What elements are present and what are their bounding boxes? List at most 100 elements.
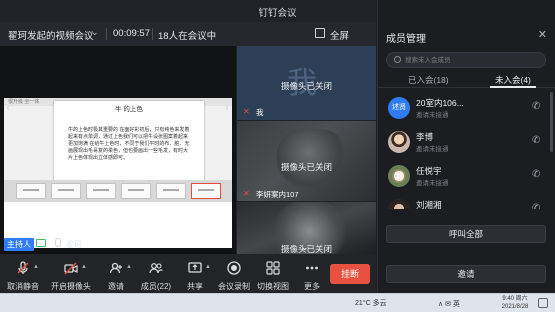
slide-thumbnail[interactable]: [156, 183, 186, 199]
mic-icon: [55, 238, 61, 247]
clock-date: 2021/8/28: [501, 304, 529, 310]
meeting-title[interactable]: 翟珂发起的视频会议: [8, 28, 94, 42]
camera-button[interactable]: ▲ 开启摄像头: [51, 258, 91, 292]
member-status: 邀请未接通: [416, 146, 449, 153]
weather-widget[interactable]: 21°C 多云: [355, 298, 387, 308]
member-status: 邀请未接通: [416, 180, 449, 187]
close-icon[interactable]: ✕: [538, 28, 547, 41]
phone-icon[interactable]: ✆: [532, 203, 542, 209]
slide-text: 牛的上色时极其重要的 在面好彩初后，只有纯色来发着起来有点单调，通过上色我们可以…: [68, 127, 190, 161]
members-button[interactable]: 成员(22): [136, 258, 176, 292]
chevron-left-icon[interactable]: ‹: [3, 102, 13, 112]
member-row[interactable]: 任悦宇 邀请未接通 ✆: [378, 161, 555, 191]
slide-page: 牛 的上色 牛的上色时极其重要的 在面好彩初后，只有纯色来发着起来有点单调，通过…: [54, 101, 204, 181]
avatar: [388, 199, 410, 209]
member-status: 邀请未接通: [416, 112, 449, 119]
phone-icon[interactable]: ✆: [532, 135, 542, 147]
more-icon: [306, 266, 318, 270]
member-tabs: 已入会(18) 未入会(4): [378, 70, 555, 88]
active-tab-indicator: [490, 86, 536, 88]
tab-not-joined[interactable]: 未入会(4): [495, 74, 531, 86]
member-name: 刘湘湘: [416, 200, 442, 209]
notification-icon[interactable]: [538, 298, 548, 308]
fullscreen-icon[interactable]: [315, 28, 325, 38]
slide-thumbnail-active[interactable]: [191, 183, 221, 199]
member-search[interactable]: [386, 52, 546, 68]
host-badge: 主持人: [4, 238, 34, 251]
member-name: 20室内106...: [416, 98, 464, 108]
participant-photo: [277, 129, 347, 189]
tab-joined[interactable]: 已入会(18): [408, 74, 449, 86]
divider: [106, 28, 107, 40]
tool-label: 更多: [304, 282, 320, 291]
scrollbar[interactable]: [550, 92, 553, 152]
unmute-button[interactable]: ▲ 取消静音: [3, 258, 43, 292]
meeting-toolbar: ▲ 取消静音 ▲ 开启摄像头 ▲ 邀请 成员(22) ▲ 共享 会议录制 切换视…: [0, 254, 376, 293]
meeting-timer: 00:09:57: [113, 28, 150, 39]
camera-off-text: 摄像头已关闭: [280, 162, 332, 172]
video-tile-self[interactable]: 我 摄像头已关闭 ✕ 我: [237, 46, 376, 120]
tool-label: 邀请: [108, 282, 124, 291]
avatar: [388, 165, 410, 187]
tool-label: 共享: [187, 282, 203, 291]
mic-muted-icon: ✕: [243, 107, 250, 116]
slide-thumbnail[interactable]: [121, 183, 151, 199]
member-row[interactable]: 李博 邀请未接通 ✆: [378, 127, 555, 157]
member-name: 李博: [416, 132, 434, 142]
host-name: 翟珂: [66, 240, 82, 249]
grid-icon: [266, 261, 280, 275]
video-tile[interactable]: 摄像头已关闭 ⌄: [237, 202, 376, 254]
tile-name: 我: [256, 108, 264, 117]
chevron-right-icon[interactable]: ›: [222, 102, 232, 112]
member-row[interactable]: 刘湘湘 ✆: [378, 195, 555, 209]
phone-icon[interactable]: ✆: [532, 169, 542, 181]
chevron-down-icon[interactable]: ⌄: [301, 242, 309, 253]
camera-icon: [64, 262, 78, 275]
avatar: 述贤: [388, 97, 410, 119]
slide-thumbnail[interactable]: [51, 183, 81, 199]
switch-view-button[interactable]: 切换视图: [253, 258, 293, 292]
more-button[interactable]: 更多: [292, 258, 332, 292]
tool-label: 切换视图: [257, 282, 289, 291]
system-tray[interactable]: ∧ ✉ 英: [438, 299, 460, 309]
search-input[interactable]: [405, 55, 540, 66]
invite-button[interactable]: ▲ 邀请: [96, 258, 136, 292]
panel-title: 成员管理: [386, 34, 426, 45]
caret-icon[interactable]: ▲: [33, 264, 39, 270]
tool-label: 会议录制: [218, 282, 250, 291]
tool-label: 取消静音: [7, 282, 39, 291]
phone-icon[interactable]: ✆: [532, 101, 542, 113]
share-button[interactable]: ▲ 共享: [175, 258, 215, 292]
member-panel: 成员管理 ✕ 已入会(18) 未入会(4) 述贤 20室内106... 邀请未接…: [377, 0, 555, 293]
slide-thumbnail[interactable]: [16, 183, 46, 199]
share-icon: [188, 262, 202, 273]
caret-icon[interactable]: ▲: [81, 264, 87, 270]
divider: [152, 28, 153, 40]
meeting-info-bar: 翟珂发起的视频会议 ⌄ 00:09:57 18人在会议中 全屏: [0, 22, 376, 46]
video-tile[interactable]: 摄像头已关闭 ✕ 李妍案内107: [237, 121, 376, 201]
caret-icon[interactable]: ▲: [205, 264, 211, 270]
taskbar-clock[interactable]: 9:40 周六 2021/8/28: [500, 295, 530, 311]
end-call-button[interactable]: 挂断: [330, 264, 370, 284]
tool-label: 成员(22): [140, 282, 172, 291]
search-icon: [394, 56, 401, 63]
fullscreen-button[interactable]: 全屏: [330, 28, 349, 42]
caret-icon[interactable]: ▲: [126, 264, 132, 270]
slide-title: 牛 的上色: [115, 106, 143, 113]
speaker-tags: 主持人 翟珂: [0, 237, 236, 253]
record-button[interactable]: 会议录制: [214, 258, 254, 292]
mic-muted-icon: ✕: [243, 189, 250, 198]
record-icon: [227, 261, 241, 275]
members-icon: [149, 263, 163, 274]
slide-thumbnail[interactable]: [86, 183, 116, 199]
windows-taskbar: 21°C 多云 ∧ ✉ 英 9:40 周六 2021/8/28: [0, 293, 555, 312]
clock-time: 9:40 周六: [502, 296, 528, 302]
mic-icon: [17, 261, 29, 274]
call-all-button[interactable]: 呼叫全部: [386, 225, 546, 243]
panel-invite-button[interactable]: 邀请: [386, 265, 546, 283]
chevron-down-icon[interactable]: ⌄: [91, 27, 99, 38]
member-row[interactable]: 述贤 20室内106... 邀请未接通 ✆: [378, 93, 555, 123]
slide-thumbnails: [4, 180, 232, 202]
tool-label: 开启摄像头: [51, 282, 91, 291]
avatar: [388, 131, 410, 153]
